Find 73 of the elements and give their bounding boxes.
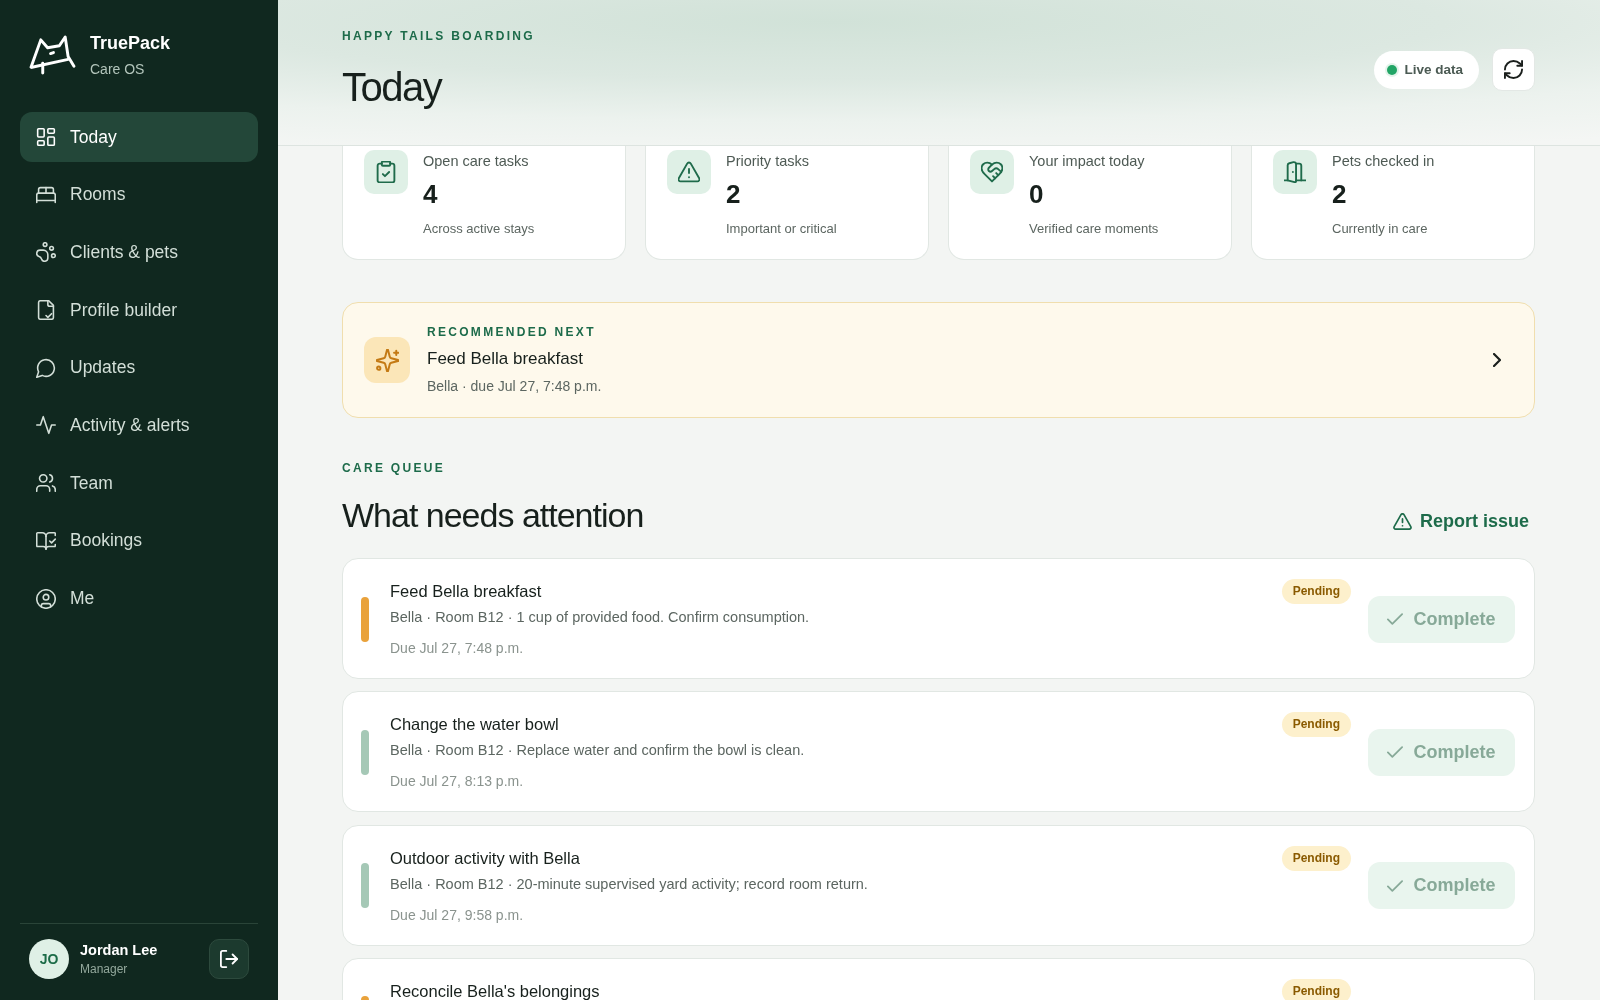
stat-caption: Across active stays — [423, 220, 535, 238]
task-details: Bella · Room B12 · Replace water and confirm the bowl is clean. — [390, 741, 806, 761]
clipboard-check-icon — [364, 150, 408, 194]
nav-item[interactable]: Clients & pets — [20, 227, 258, 278]
stat-caption: Important or critical — [726, 220, 837, 238]
stat-value: 4 — [423, 178, 439, 210]
nav-item[interactable]: Bookings — [20, 515, 258, 566]
logout-button[interactable] — [209, 939, 249, 979]
task-details: Bella · Room B12 · 20-minute supervised yard activity; record room return. — [390, 874, 869, 894]
door-icon — [1273, 150, 1317, 194]
nav-item[interactable]: Today — [20, 112, 258, 162]
refresh-button[interactable] — [1492, 48, 1535, 91]
people-icon — [36, 473, 56, 494]
status-badge: Pending — [1281, 978, 1351, 1000]
task-title: Reconcile Bella's belongings — [390, 980, 601, 1000]
stat-caption: Currently in care — [1332, 220, 1429, 238]
task-due-time: Due Jul 27, 7:48 p.m. — [390, 639, 525, 658]
live-data-label: Live data — [1404, 62, 1463, 77]
bed-icon — [36, 184, 56, 205]
nav-item[interactable]: Rooms — [20, 169, 258, 220]
user-name: Jordan Lee — [80, 941, 158, 959]
stat-label: Your impact today — [1029, 152, 1146, 171]
report-issue-link[interactable]: Report issue — [1392, 510, 1529, 532]
book-check-icon — [36, 530, 56, 551]
check-icon — [1387, 746, 1404, 759]
nav-item[interactable]: Team — [20, 458, 258, 509]
user-avatar: JO — [29, 939, 69, 979]
warning-icon — [1392, 512, 1412, 530]
heart-handshake-icon — [970, 150, 1014, 194]
page-title: Today — [342, 64, 443, 111]
stat-caption: Verified care moments — [1029, 220, 1159, 238]
status-badge: Pending — [1281, 579, 1351, 604]
chevron-right-icon — [1493, 353, 1501, 367]
speech-bubble-icon — [36, 357, 56, 378]
user-role: Manager — [80, 961, 129, 977]
pulse-icon — [36, 415, 56, 436]
nav-item[interactable]: Profile builder — [20, 285, 258, 336]
stat-label: Open care tasks — [423, 152, 530, 171]
task-title: Change the water bowl — [390, 714, 560, 736]
stat-value: 2 — [1332, 178, 1348, 210]
brand-name: TruePack — [90, 32, 171, 54]
paw-icon — [36, 242, 56, 263]
status-badge: Pending — [1281, 712, 1351, 738]
recommended-eyebrow: RECOMMENDED NEXT — [427, 324, 597, 340]
task-title: Feed Bella breakfast — [390, 581, 543, 602]
stat-label: Priority tasks — [726, 152, 810, 171]
check-icon — [1387, 879, 1404, 892]
business-name: HAPPY TAILS BOARDING — [342, 28, 535, 44]
recommended-task-card[interactable]: RECOMMENDED NEXT Feed Bella breakfast Bella · due Jul 27, 7:48 p.m. — [342, 302, 1535, 418]
warning-icon — [667, 150, 711, 194]
status-badge: Pending — [1281, 845, 1351, 871]
recommended-task-title: Feed Bella breakfast — [427, 348, 584, 370]
grid-icon — [36, 127, 56, 147]
task-title: Outdoor activity with Bella — [390, 847, 581, 869]
task-due-time: Due Jul 27, 8:13 p.m. — [390, 772, 525, 792]
nav-item[interactable]: Me — [20, 573, 258, 624]
cat-logo-icon — [29, 35, 76, 75]
task-due-time: Due Jul 27, 9:58 p.m. — [390, 905, 525, 925]
nav-item[interactable]: Activity & alerts — [20, 400, 258, 451]
refresh-icon — [1504, 60, 1523, 79]
section-eyebrow: CARE QUEUE — [342, 460, 446, 476]
check-icon — [1387, 613, 1404, 625]
brand-subtitle: Care OS — [90, 60, 146, 78]
section-title: What needs attention — [342, 495, 644, 536]
stat-value: 0 — [1029, 178, 1045, 210]
file-check-icon — [36, 300, 56, 321]
recommended-task-subtitle: Bella · due Jul 27, 7:48 p.m. — [427, 377, 603, 396]
logout-icon — [220, 950, 238, 968]
stat-value: 2 — [726, 178, 742, 210]
nav-item[interactable]: Updates — [20, 342, 258, 393]
task-details: Bella · Room B12 · 1 cup of provided food. Confirm consumption. — [390, 608, 811, 627]
stat-label: Pets checked in — [1332, 152, 1435, 171]
sparkle-icon — [364, 337, 410, 383]
